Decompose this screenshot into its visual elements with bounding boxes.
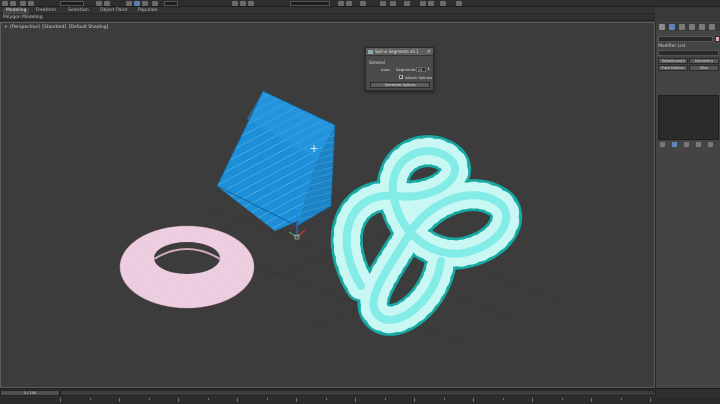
angle-snap-icon[interactable]: [240, 1, 246, 6]
scale-icon[interactable]: [142, 1, 148, 6]
ribbon-tabs: Modeling Freeform Selection Object Paint…: [0, 7, 655, 14]
snap-icon[interactable]: [232, 1, 238, 6]
ruler-tick: [591, 398, 592, 402]
time-slider[interactable]: 0 / 100: [0, 390, 60, 396]
spline-segments-dialog: Spline Segments v0.1 × General Auto Segm…: [365, 47, 434, 91]
viewport-scene: [119, 90, 562, 347]
frame-ruler[interactable]: [0, 398, 720, 404]
named-selection-dropdown[interactable]: [290, 1, 330, 6]
ruler-tick: [443, 398, 445, 400]
stack-controls: [658, 142, 719, 148]
render-setup-icon[interactable]: [420, 1, 426, 6]
modifier-stack[interactable]: [658, 95, 719, 140]
unlink-icon[interactable]: [28, 1, 34, 6]
modify-tab-icon[interactable]: [669, 24, 675, 30]
utilities-tab-icon[interactable]: [709, 24, 715, 30]
ribbon-panel-label[interactable]: Polygon Modeling: [3, 14, 43, 21]
ruler-tick: [620, 398, 622, 400]
spinner-arrows-icon[interactable]: ⬍: [427, 67, 430, 71]
make-unique-icon[interactable]: [684, 142, 689, 147]
display-tab-icon[interactable]: [699, 24, 705, 30]
ruler-tick: [266, 398, 268, 400]
material-editor-icon[interactable]: [404, 1, 410, 6]
torus-object: [119, 225, 255, 309]
configure-sets-icon[interactable]: [708, 142, 713, 147]
attach-splines-checkbox[interactable]: ✓: [399, 75, 403, 80]
mirror-icon[interactable]: [338, 1, 344, 6]
general-group-label: General: [369, 60, 385, 65]
auto-label[interactable]: Auto: [381, 67, 390, 72]
modifier-list-dropdown[interactable]: [658, 50, 719, 56]
select-icon[interactable]: [96, 1, 102, 6]
object-name-field[interactable]: [658, 36, 713, 42]
ribbon-panel: Polygon Modeling: [0, 14, 655, 21]
ruler-tick: [60, 398, 61, 402]
modifier-list-label[interactable]: Modifier List: [658, 44, 686, 49]
command-panel: Modifier List TurboSmooth Symmetry Push …: [655, 22, 720, 388]
ruler-tick: [384, 398, 386, 400]
render-cloud-icon[interactable]: [456, 1, 462, 6]
ruler-tick: [414, 398, 415, 402]
ruler-tick: [325, 398, 327, 400]
segments-spinner[interactable]: 24: [416, 66, 426, 72]
pin-stack-icon[interactable]: [660, 142, 665, 147]
create-tab-icon[interactable]: [659, 24, 665, 30]
script-icon: [368, 50, 373, 54]
render-icon[interactable]: [440, 1, 446, 6]
remove-modifier-icon[interactable]: [696, 142, 701, 147]
close-icon[interactable]: ×: [427, 48, 431, 56]
perspective-viewport[interactable]: + [Perspective] [Standard] [Default Shad…: [0, 22, 655, 388]
timeline-area: 0 / 100: [0, 388, 720, 404]
curve-editor-icon[interactable]: [380, 1, 386, 6]
ruler-tick: [561, 398, 563, 400]
main-toolbar: [0, 0, 720, 7]
ruler-tick: [178, 398, 179, 402]
ruler-tick: [355, 398, 356, 402]
render-frame-icon[interactable]: [428, 1, 434, 6]
ruler-tick: [119, 398, 120, 402]
align-icon[interactable]: [346, 1, 352, 6]
rotate-icon[interactable]: [134, 1, 140, 6]
percent-snap-icon[interactable]: [248, 1, 254, 6]
ruler-tick: [502, 398, 504, 400]
ruler-tick: [296, 398, 297, 402]
time-track[interactable]: [60, 390, 656, 396]
ruler-tick: [207, 398, 209, 400]
object-color-swatch[interactable]: [715, 36, 720, 42]
torus-knot-object: [330, 135, 523, 336]
hierarchy-tab-icon[interactable]: [679, 24, 685, 30]
move-icon[interactable]: [126, 1, 132, 6]
ruler-tick: [532, 398, 533, 402]
motion-tab-icon[interactable]: [689, 24, 695, 30]
undo-icon[interactable]: [2, 1, 8, 6]
ruler-tick: [237, 398, 238, 402]
select-by-name-icon[interactable]: [104, 1, 110, 6]
segments-label: Segments:: [396, 67, 417, 72]
turbosmooth-button[interactable]: TurboSmooth: [658, 58, 688, 64]
dialog-title-bar[interactable]: Spline Segments v0.1 ×: [366, 48, 433, 56]
layer-icon[interactable]: [360, 1, 366, 6]
ruler-tick: [473, 398, 474, 402]
link-icon[interactable]: [20, 1, 26, 6]
schematic-icon[interactable]: [390, 1, 396, 6]
generate-splines-button[interactable]: Generate Splines: [370, 82, 430, 88]
dialog-title: Spline Segments v0.1: [375, 49, 419, 54]
selection-filter-dropdown[interactable]: [60, 1, 84, 6]
command-panel-tabs: [657, 23, 720, 31]
reference-coordinate-dropdown[interactable]: [164, 1, 178, 6]
ruler-tick: [650, 398, 651, 402]
symmetry-button[interactable]: Symmetry: [689, 58, 719, 64]
box-object: [216, 90, 336, 240]
place-icon[interactable]: [152, 1, 158, 6]
attach-splines-label[interactable]: Attach Splines: [405, 75, 432, 80]
ruler-tick: [89, 398, 91, 400]
show-end-result-icon[interactable]: [672, 142, 677, 147]
redo-icon[interactable]: [10, 1, 16, 6]
push-deform-button[interactable]: Push Deform: [658, 65, 688, 71]
slice-button[interactable]: Slice: [689, 65, 719, 71]
ruler-tick: [148, 398, 150, 400]
